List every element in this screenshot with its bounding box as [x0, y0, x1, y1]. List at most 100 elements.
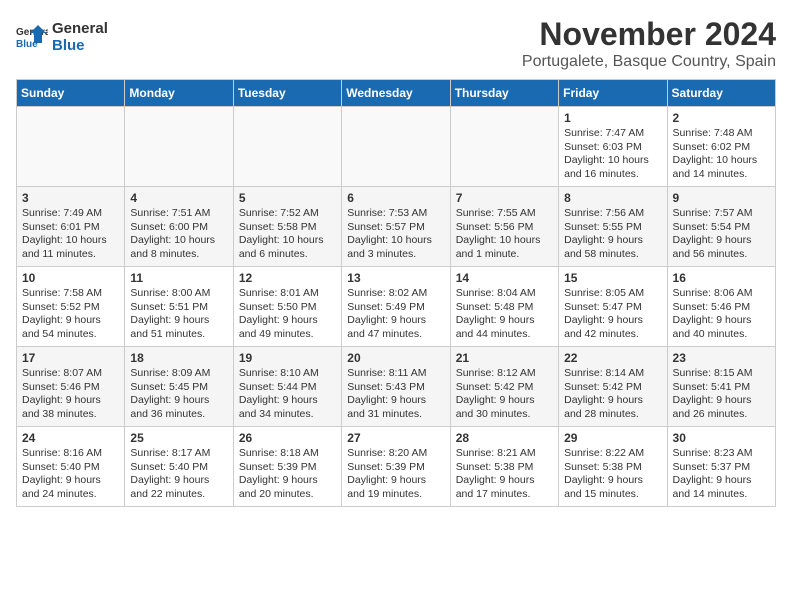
calendar-cell: 28Sunrise: 8:21 AMSunset: 5:38 PMDayligh…	[450, 427, 558, 507]
cell-text: and 8 minutes.	[130, 248, 227, 262]
calendar-cell: 4Sunrise: 7:51 AMSunset: 6:00 PMDaylight…	[125, 187, 233, 267]
cell-text: and 15 minutes.	[564, 488, 661, 502]
cell-text: Sunset: 5:54 PM	[673, 221, 770, 235]
cell-text: Daylight: 9 hours	[673, 474, 770, 488]
day-number: 8	[564, 191, 661, 205]
calendar-cell: 22Sunrise: 8:14 AMSunset: 5:42 PMDayligh…	[559, 347, 667, 427]
calendar-cell: 25Sunrise: 8:17 AMSunset: 5:40 PMDayligh…	[125, 427, 233, 507]
day-number: 4	[130, 191, 227, 205]
cell-text: Sunset: 5:42 PM	[456, 381, 553, 395]
cell-text: Sunrise: 8:14 AM	[564, 367, 661, 381]
cell-text: Daylight: 9 hours	[456, 474, 553, 488]
cell-text: and 36 minutes.	[130, 408, 227, 422]
day-number: 17	[22, 351, 119, 365]
calendar-cell: 13Sunrise: 8:02 AMSunset: 5:49 PMDayligh…	[342, 267, 450, 347]
cell-text: Sunset: 5:48 PM	[456, 301, 553, 315]
cell-text: Sunset: 5:47 PM	[564, 301, 661, 315]
cell-text: Sunrise: 7:55 AM	[456, 207, 553, 221]
header-wednesday: Wednesday	[342, 80, 450, 107]
cell-text: Sunset: 5:51 PM	[130, 301, 227, 315]
logo-icon: General Blue	[16, 23, 48, 51]
cell-text: Sunrise: 8:00 AM	[130, 287, 227, 301]
calendar-cell: 21 Sunrise: 8:12 AMSunset: 5:42 PMDayligh…	[450, 347, 558, 427]
calendar-cell: 29Sunrise: 8:22 AMSunset: 5:38 PMDayligh…	[559, 427, 667, 507]
cell-text: Daylight: 9 hours	[130, 314, 227, 328]
day-number: 21	[456, 351, 553, 365]
day-number: 13	[347, 271, 444, 285]
day-number: 14	[456, 271, 553, 285]
cell-text: Daylight: 9 hours	[347, 474, 444, 488]
cell-text: Sunrise: 8:05 AM	[564, 287, 661, 301]
header-tuesday: Tuesday	[233, 80, 341, 107]
cell-text: Daylight: 9 hours	[347, 394, 444, 408]
cell-text: Sunset: 6:00 PM	[130, 221, 227, 235]
calendar-cell: 8Sunrise: 7:56 AMSunset: 5:55 PMDaylight…	[559, 187, 667, 267]
cell-text: Daylight: 9 hours	[456, 394, 553, 408]
calendar-cell: 26Sunrise: 8:18 AMSunset: 5:39 PMDayligh…	[233, 427, 341, 507]
cell-text: Sunset: 5:37 PM	[673, 461, 770, 475]
cell-text: Sunset: 5:44 PM	[239, 381, 336, 395]
calendar-cell	[125, 107, 233, 187]
calendar-cell	[17, 107, 125, 187]
header-monday: Monday	[125, 80, 233, 107]
cell-text: and 40 minutes.	[673, 328, 770, 342]
calendar-cell: 20Sunrise: 8:11 AMSunset: 5:43 PMDayligh…	[342, 347, 450, 427]
calendar-cell: 12Sunrise: 8:01 AMSunset: 5:50 PMDayligh…	[233, 267, 341, 347]
cell-text: Sunrise: 7:47 AM	[564, 127, 661, 141]
cell-text: Sunrise: 8:23 AM	[673, 447, 770, 461]
cell-text: and 17 minutes.	[456, 488, 553, 502]
cell-text: Sunrise: 8:10 AM	[239, 367, 336, 381]
cell-text: and 54 minutes.	[22, 328, 119, 342]
day-number: 22	[564, 351, 661, 365]
cell-text: and 44 minutes.	[456, 328, 553, 342]
cell-text: Sunrise: 7:56 AM	[564, 207, 661, 221]
calendar-cell: 11Sunrise: 8:00 AMSunset: 5:51 PMDayligh…	[125, 267, 233, 347]
day-number: 3	[22, 191, 119, 205]
day-number: 5	[239, 191, 336, 205]
subtitle: Portugalete, Basque Country, Spain	[522, 53, 776, 71]
title-block: November 2024 Portugalete, Basque Countr…	[522, 16, 776, 71]
cell-text: and 6 minutes.	[239, 248, 336, 262]
cell-text: and 20 minutes.	[239, 488, 336, 502]
cell-text: and 47 minutes.	[347, 328, 444, 342]
cell-text: Sunset: 5:38 PM	[456, 461, 553, 475]
cell-text: Daylight: 10 hours	[347, 234, 444, 248]
calendar-cell: 30Sunrise: 8:23 AMSunset: 5:37 PMDayligh…	[667, 427, 775, 507]
header-sunday: Sunday	[17, 80, 125, 107]
cell-text: and 42 minutes.	[564, 328, 661, 342]
cell-text: Daylight: 9 hours	[239, 474, 336, 488]
cell-text: Sunrise: 7:58 AM	[22, 287, 119, 301]
cell-text: Daylight: 9 hours	[130, 474, 227, 488]
cell-text: and 11 minutes.	[22, 248, 119, 262]
cell-text: Sunrise: 8:01 AM	[239, 287, 336, 301]
header-thursday: Thursday	[450, 80, 558, 107]
calendar-cell: 14Sunrise: 8:04 AMSunset: 5:48 PMDayligh…	[450, 267, 558, 347]
day-number: 23	[673, 351, 770, 365]
day-number: 24	[22, 431, 119, 445]
cell-text: and 49 minutes.	[239, 328, 336, 342]
cell-text: Sunrise: 8:12 AM	[456, 367, 553, 381]
day-number: 16	[673, 271, 770, 285]
cell-text: Daylight: 10 hours	[22, 234, 119, 248]
week-row-4: 17Sunrise: 8:07 AMSunset: 5:46 PMDayligh…	[17, 347, 776, 427]
day-number: 25	[130, 431, 227, 445]
cell-text: Daylight: 9 hours	[456, 314, 553, 328]
cell-text: Sunset: 5:49 PM	[347, 301, 444, 315]
cell-text: Daylight: 9 hours	[564, 394, 661, 408]
cell-text: Sunrise: 7:48 AM	[673, 127, 770, 141]
cell-text: and 28 minutes.	[564, 408, 661, 422]
cell-text: Daylight: 10 hours	[130, 234, 227, 248]
day-number: 9	[673, 191, 770, 205]
cell-text: Sunrise: 7:53 AM	[347, 207, 444, 221]
cell-text: Sunrise: 8:06 AM	[673, 287, 770, 301]
cell-text: and 34 minutes.	[239, 408, 336, 422]
calendar-cell	[342, 107, 450, 187]
cell-text: and 14 minutes.	[673, 168, 770, 182]
main-title: November 2024	[522, 16, 776, 53]
cell-text: Daylight: 9 hours	[22, 474, 119, 488]
day-number: 1	[564, 111, 661, 125]
cell-text: and 19 minutes.	[347, 488, 444, 502]
calendar-table: SundayMondayTuesdayWednesdayThursdayFrid…	[16, 79, 776, 507]
day-number: 10	[22, 271, 119, 285]
cell-text: and 31 minutes.	[347, 408, 444, 422]
